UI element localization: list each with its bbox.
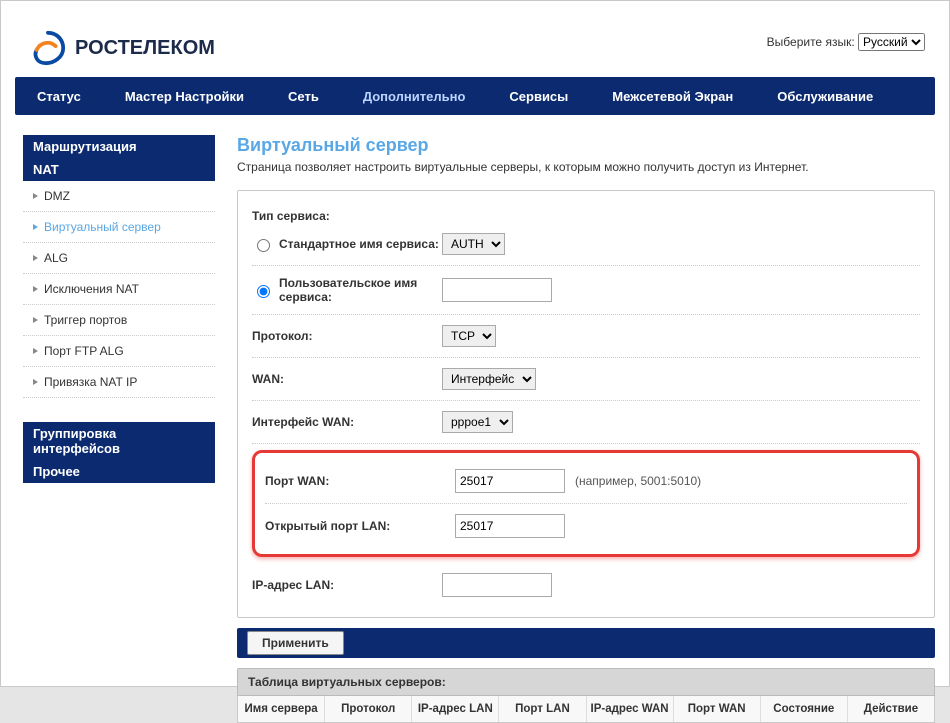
interface-wan-label: Интерфейс WAN: <box>252 415 442 429</box>
ip-lan-label: IP-адрес LAN: <box>252 578 442 592</box>
chevron-right-icon <box>33 286 38 292</box>
page-subtitle: Страница позволяет настроить виртуальные… <box>237 160 935 174</box>
chevron-right-icon <box>33 224 38 230</box>
protocol-label: Протокол: <box>252 329 442 343</box>
sidebar-item-nat-exclusions[interactable]: Исключения NAT <box>23 274 215 305</box>
interface-wan-select[interactable]: pppoe1 <box>442 411 513 433</box>
standard-service-select[interactable]: AUTH <box>442 233 505 255</box>
sidebar-item-dmz[interactable]: DMZ <box>23 181 215 212</box>
top-nav: Статус Мастер Настройки Сеть Дополнитель… <box>15 77 935 115</box>
port-wan-input[interactable] <box>455 469 565 493</box>
apply-button[interactable]: Применить <box>247 631 344 655</box>
nav-network[interactable]: Сеть <box>266 77 341 115</box>
sidebar-section-other[interactable]: Прочее <box>23 460 215 483</box>
col-ip-lan: IP-адрес LAN <box>411 696 498 722</box>
brand-name: РОСТЕЛЕКОМ <box>75 37 215 60</box>
port-wan-label: Порт WAN: <box>265 474 455 488</box>
logo-icon <box>29 29 67 67</box>
standard-service-label: Стандартное имя сервиса: <box>279 237 439 251</box>
chevron-right-icon <box>33 379 38 385</box>
nav-maintenance[interactable]: Обслуживание <box>755 77 895 115</box>
service-type-label: Тип сервиса: <box>252 209 442 223</box>
nav-advanced[interactable]: Дополнительно <box>341 77 488 115</box>
port-lan-input[interactable] <box>455 514 565 538</box>
wan-select[interactable]: Интерфейс <box>442 368 536 390</box>
content-area: Виртуальный сервер Страница позволяет на… <box>237 135 935 723</box>
chevron-right-icon <box>33 255 38 261</box>
sidebar-item-nat-ip-binding[interactable]: Привязка NAT IP <box>23 367 215 398</box>
ip-lan-input[interactable] <box>442 573 552 597</box>
chevron-right-icon <box>33 193 38 199</box>
ports-highlight: Порт WAN: (например, 5001:5010) Открытый… <box>252 450 920 557</box>
custom-service-label: Пользовательское имя сервиса: <box>279 276 442 304</box>
form-panel: Тип сервиса: Стандартное имя сервиса: AU… <box>237 190 935 618</box>
col-state: Состояние <box>760 696 847 722</box>
nav-status[interactable]: Статус <box>15 77 103 115</box>
col-server-name: Имя сервера <box>238 696 324 722</box>
custom-service-input[interactable] <box>442 278 552 302</box>
language-label: Выберите язык: <box>767 35 855 49</box>
sidebar-section-routing[interactable]: Маршрутизация <box>23 135 215 158</box>
sidebar-item-virtual-server[interactable]: Виртуальный сервер <box>23 212 215 243</box>
wan-label: WAN: <box>252 372 442 386</box>
col-port-lan: Порт LAN <box>498 696 585 722</box>
col-port-wan: Порт WAN <box>673 696 760 722</box>
port-lan-label: Открытый порт LAN: <box>265 519 455 533</box>
sidebar: Маршрутизация NAT DMZ Виртуальный сервер… <box>15 135 215 723</box>
language-select[interactable]: Русский <box>858 33 925 51</box>
sidebar-item-alg[interactable]: ALG <box>23 243 215 274</box>
servers-table: Имя сервера Протокол IP-адрес LAN Порт L… <box>237 696 935 723</box>
chevron-right-icon <box>33 348 38 354</box>
col-action: Действие <box>847 696 934 722</box>
standard-service-radio[interactable] <box>257 239 270 252</box>
col-protocol: Протокол <box>324 696 411 722</box>
page-title: Виртуальный сервер <box>237 135 935 156</box>
servers-table-header: Имя сервера Протокол IP-адрес LAN Порт L… <box>238 696 934 722</box>
port-wan-hint: (например, 5001:5010) <box>575 474 701 488</box>
chevron-right-icon <box>33 317 38 323</box>
nav-services[interactable]: Сервисы <box>487 77 590 115</box>
servers-table-title: Таблица виртуальных серверов: <box>237 668 935 696</box>
col-ip-wan: IP-адрес WAN <box>586 696 673 722</box>
protocol-select[interactable]: TCP <box>442 325 496 347</box>
sidebar-item-port-trigger[interactable]: Триггер портов <box>23 305 215 336</box>
sidebar-section-nat[interactable]: NAT <box>23 158 215 181</box>
custom-service-radio[interactable] <box>257 285 270 298</box>
nav-wizard[interactable]: Мастер Настройки <box>103 77 266 115</box>
sidebar-section-grouping[interactable]: Группировка интерфейсов <box>23 422 215 460</box>
language-bar: Выберите язык: Русский <box>767 33 925 51</box>
apply-bar: Применить <box>237 628 935 658</box>
sidebar-item-ftp-alg-port[interactable]: Порт FTP ALG <box>23 336 215 367</box>
nav-firewall[interactable]: Межсетевой Экран <box>590 77 755 115</box>
